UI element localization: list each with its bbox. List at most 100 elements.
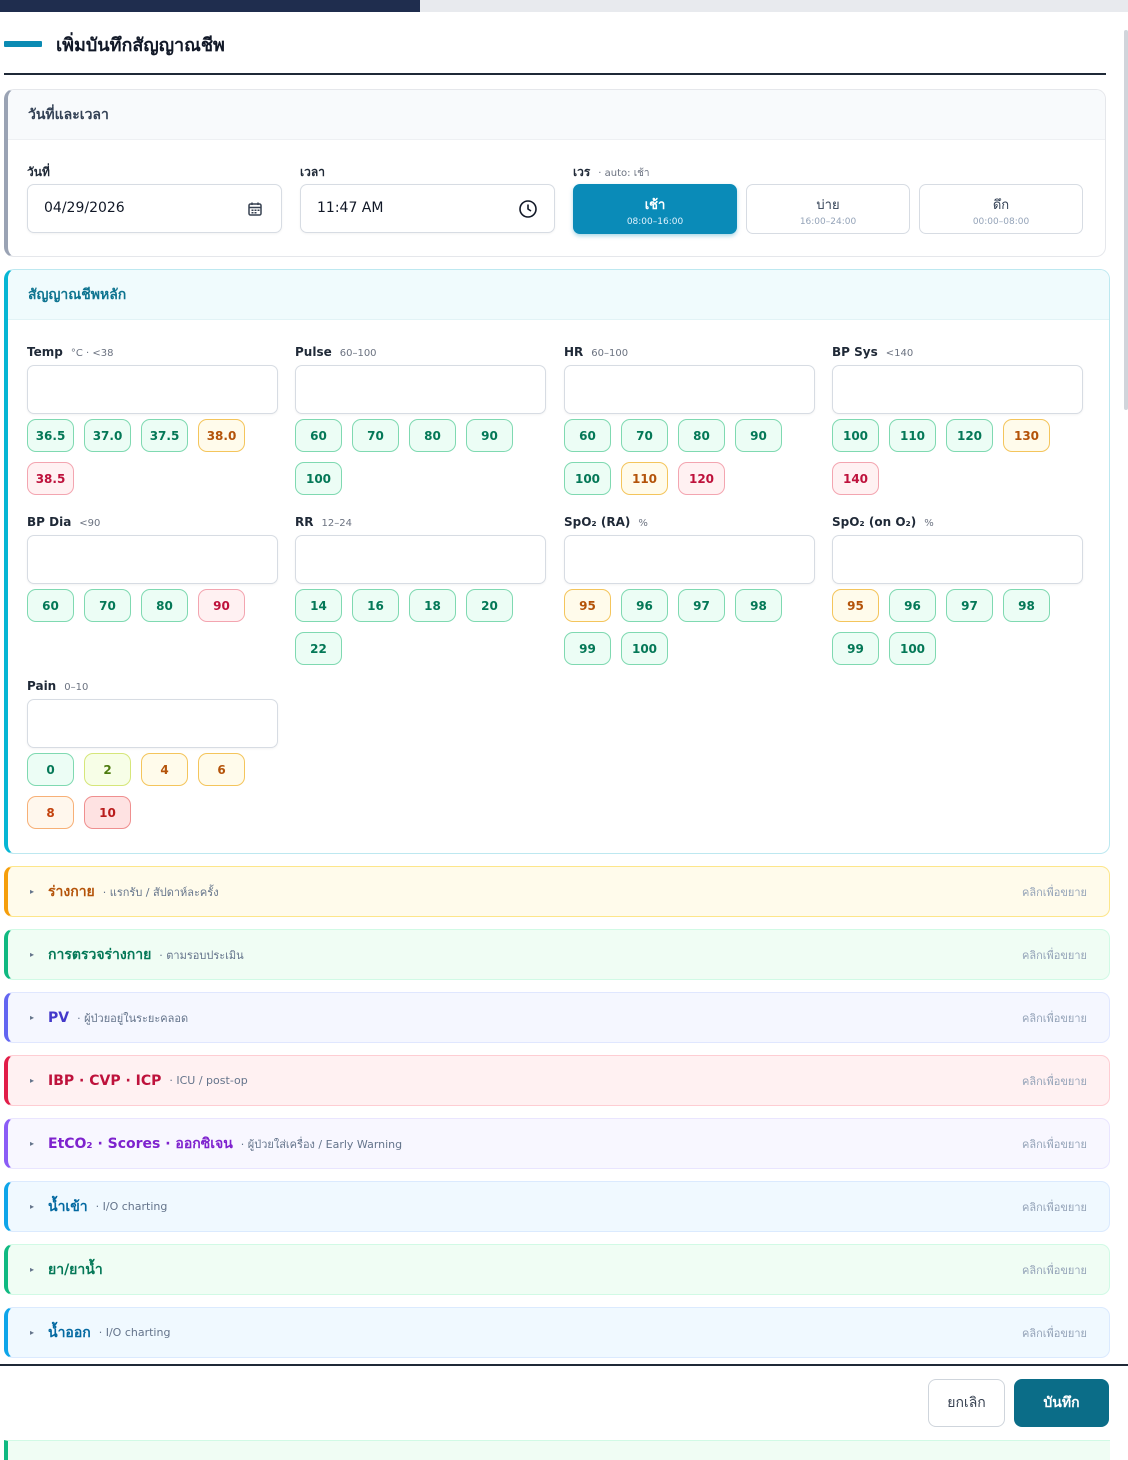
temp-input[interactable] [27, 365, 278, 414]
rr-quick-value-chip[interactable]: 16 [352, 589, 399, 622]
shift-time: 08:00–16:00 [626, 217, 684, 227]
rr-input[interactable] [295, 535, 546, 584]
pain-quick-value-chip[interactable]: 0 [27, 753, 74, 786]
rr-quick-value-chip[interactable]: 20 [466, 589, 513, 622]
spo2-on-o2-quick-value-chip[interactable]: 98 [1003, 589, 1050, 622]
spo2-ra-quick-value-chip[interactable]: 98 [735, 589, 782, 622]
shift-option-afternoon[interactable]: บ่าย 16:00–24:00 [746, 184, 910, 234]
rr-quick-value-chip[interactable]: 22 [295, 632, 342, 665]
scrollbar[interactable] [1124, 30, 1128, 410]
hr-label: HR 60–100 [564, 345, 628, 359]
section-fluid-intake[interactable]: ▸ น้ำเข้า · I/O charting คลิกเพื่อขยาย [4, 1181, 1110, 1232]
pain-quick-value-chip[interactable]: 4 [141, 753, 188, 786]
pain-quick-value-chip[interactable]: 8 [27, 796, 74, 829]
caret-right-icon: ▸ [30, 887, 35, 896]
bp-dia-quick-value-chip[interactable]: 60 [27, 589, 74, 622]
pulse-quick-value-chip[interactable]: 90 [466, 419, 513, 452]
hr-input[interactable] [564, 365, 815, 414]
hr-quick-value-chip[interactable]: 60 [564, 419, 611, 452]
hr-quick-value-chip[interactable]: 70 [621, 419, 668, 452]
rr-quick-value-chip[interactable]: 18 [409, 589, 456, 622]
bp-dia-quick-value-chip[interactable]: 70 [84, 589, 131, 622]
bp-dia-input[interactable] [27, 535, 278, 584]
bp-sys-quick-value-chip[interactable]: 140 [832, 462, 879, 495]
bp-dia-quick-value-chip[interactable]: 90 [198, 589, 245, 622]
pain-input[interactable] [27, 699, 278, 748]
spo2-on-o2-quick-value-chip[interactable]: 100 [889, 632, 936, 665]
caret-right-icon: ▸ [30, 1265, 35, 1274]
pain-quick-value-chip[interactable]: 10 [84, 796, 131, 829]
spo2-on-o2-range-hint: % [924, 518, 934, 529]
time-value: 11:47 AM [317, 200, 384, 216]
expand-hint: คลิกเพื่อขยาย [1022, 1326, 1087, 1340]
shift-time: 00:00–08:00 [972, 217, 1030, 227]
shift-option-night[interactable]: ดึก 00:00–08:00 [919, 184, 1083, 234]
pulse-quick-value-chip[interactable]: 60 [295, 419, 342, 452]
cancel-button[interactable]: ยกเลิก [928, 1379, 1005, 1427]
time-field[interactable]: 11:47 AM [300, 184, 555, 233]
temp-quick-value-chip[interactable]: 36.5 [27, 419, 74, 452]
expand-hint: คลิกเพื่อขยาย [1022, 948, 1087, 962]
shift-name: เช้า [644, 198, 666, 213]
section-fluid-output[interactable]: ▸ น้ำออก · I/O charting คลิกเพื่อขยาย [4, 1307, 1110, 1358]
hr-quick-value-chip[interactable]: 120 [678, 462, 725, 495]
calendar-icon[interactable] [245, 199, 265, 219]
bp-sys-quick-value-chip[interactable]: 130 [1003, 419, 1050, 452]
rr-label-text: RR [295, 515, 314, 529]
temp-quick-value-chip[interactable]: 37.5 [141, 419, 188, 452]
hr-quick-value-chip[interactable]: 90 [735, 419, 782, 452]
pulse-quick-value-chip[interactable]: 80 [409, 419, 456, 452]
section-medication[interactable]: ▸ ยา/ยาน้ำ คลิกเพื่อขยาย [4, 1244, 1110, 1295]
caret-right-icon: ▸ [30, 950, 35, 959]
pain-quick-value-chip[interactable]: 2 [84, 753, 131, 786]
section-ibp-cvp-icp[interactable]: ▸ IBP · CVP · ICP · ICU / post-op คลิกเพื่อ… [4, 1055, 1110, 1106]
next-section-peek [4, 1440, 1110, 1460]
bp-sys-quick-value-chip[interactable]: 120 [946, 419, 993, 452]
spo2-ra-quick-value-chip[interactable]: 100 [621, 632, 668, 665]
spo2-on-o2-quick-value-chip[interactable]: 96 [889, 589, 936, 622]
pain-quick-value-chip[interactable]: 6 [198, 753, 245, 786]
section-etco2-scores-oxygen[interactable]: ▸ EtCO₂ · Scores · ออกซิเจน · ผู้ป่วยใส่เค… [4, 1118, 1110, 1169]
shift-option-morning[interactable]: เช้า 08:00–16:00 [573, 184, 737, 234]
spo2-on-o2-quick-value-chip[interactable]: 95 [832, 589, 879, 622]
spo2-ra-quick-value-chip[interactable]: 95 [564, 589, 611, 622]
bp-sys-input[interactable] [832, 365, 1083, 414]
save-button[interactable]: บันทึก [1014, 1379, 1109, 1427]
spo2-ra-input[interactable] [564, 535, 815, 584]
bp-sys-quick-value-chip[interactable]: 100 [832, 419, 879, 452]
temp-quick-value-chip[interactable]: 38.0 [198, 419, 245, 452]
pulse-quick-value-chip[interactable]: 70 [352, 419, 399, 452]
pain-label-text: Pain [27, 679, 57, 693]
pulse-input[interactable] [295, 365, 546, 414]
bp-sys-label-text: BP Sys [832, 345, 878, 359]
spo2-on-o2-input[interactable] [832, 535, 1083, 584]
spo2-on-o2-quick-value-chip[interactable]: 99 [832, 632, 879, 665]
spo2-on-o2-quick-value-chip[interactable]: 97 [946, 589, 993, 622]
bp-sys-quick-value-chip[interactable]: 110 [889, 419, 936, 452]
section-subtitle: · ตามรอบประเมิน [159, 948, 244, 962]
expand-hint: คลิกเพื่อขยาย [1022, 1200, 1087, 1214]
hr-quick-value-chip[interactable]: 100 [564, 462, 611, 495]
spo2-ra-quick-value-chip[interactable]: 96 [621, 589, 668, 622]
hr-label-text: HR [564, 345, 584, 359]
section-body[interactable]: ▸ ร่างกาย · แรกรับ / สัปดาห์ละครั้ง คลิกเพื… [4, 866, 1110, 917]
section-subtitle: · แรกรับ / สัปดาห์ละครั้ง [102, 885, 219, 899]
clock-icon[interactable] [518, 199, 538, 219]
hr-quick-value-chip[interactable]: 80 [678, 419, 725, 452]
section-physical-exam[interactable]: ▸ การตรวจร่างกาย · ตามรอบประเมิน คลิกเพื่อข… [4, 929, 1110, 980]
spo2-ra-quick-value-chip[interactable]: 99 [564, 632, 611, 665]
bp-dia-quick-value-chip[interactable]: 80 [141, 589, 188, 622]
temp-label-text: Temp [27, 345, 63, 359]
temp-quick-value-chip[interactable]: 38.5 [27, 462, 74, 495]
rr-quick-value-chip[interactable]: 14 [295, 589, 342, 622]
temp-quick-value-chip[interactable]: 37.0 [84, 419, 131, 452]
section-pv[interactable]: ▸ PV · ผู้ป่วยอยู่ในระยะคลอด คลิกเพื่อขยาย [4, 992, 1110, 1043]
hr-quick-value-chip[interactable]: 110 [621, 462, 668, 495]
section-title: การตรวจร่างกาย [48, 946, 152, 963]
modal-title: เพิ่มบันทึกสัญญาณชีพ [0, 24, 225, 64]
section-subtitle: · I/O charting [98, 1326, 171, 1339]
pulse-quick-value-chip[interactable]: 100 [295, 462, 342, 495]
date-value: 04/29/2026 [44, 200, 125, 216]
date-field[interactable]: 04/29/2026 [27, 184, 282, 233]
spo2-ra-quick-value-chip[interactable]: 97 [678, 589, 725, 622]
